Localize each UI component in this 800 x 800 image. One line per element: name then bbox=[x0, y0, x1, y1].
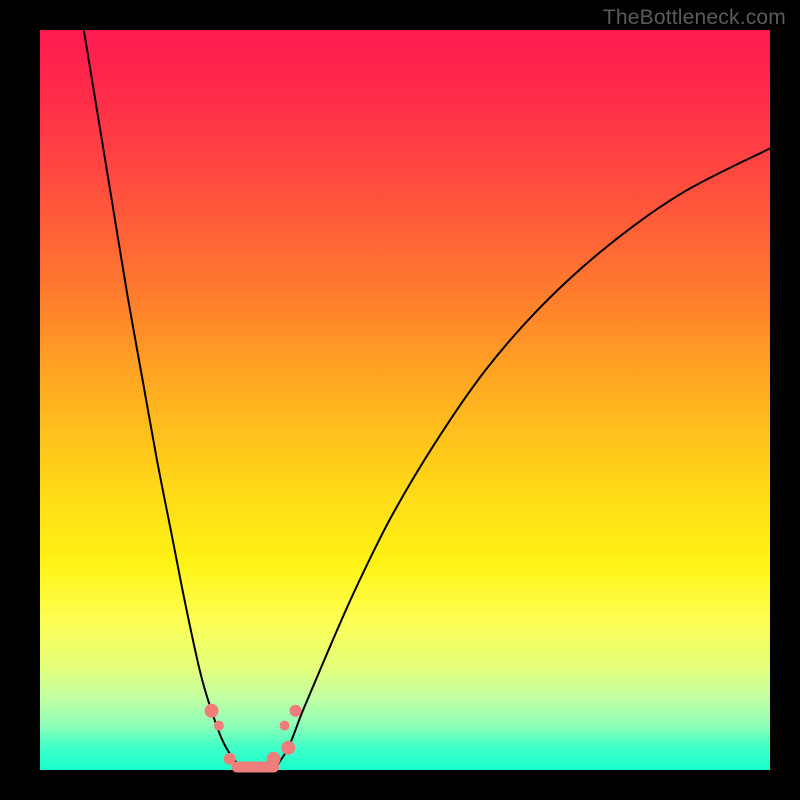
data-point-marker bbox=[224, 753, 236, 765]
right-curve bbox=[274, 148, 770, 770]
data-point-marker bbox=[214, 721, 224, 731]
data-point-marker bbox=[281, 741, 295, 755]
curve-layer bbox=[40, 30, 770, 770]
chart-frame: TheBottleneck.com bbox=[0, 0, 800, 800]
data-point-marker bbox=[290, 705, 302, 717]
plot-area bbox=[40, 30, 770, 770]
left-curve bbox=[84, 30, 245, 770]
data-point-marker bbox=[267, 752, 281, 766]
data-point-marker bbox=[205, 704, 219, 718]
data-point-marker bbox=[280, 721, 290, 731]
watermark-text: TheBottleneck.com bbox=[603, 6, 786, 30]
